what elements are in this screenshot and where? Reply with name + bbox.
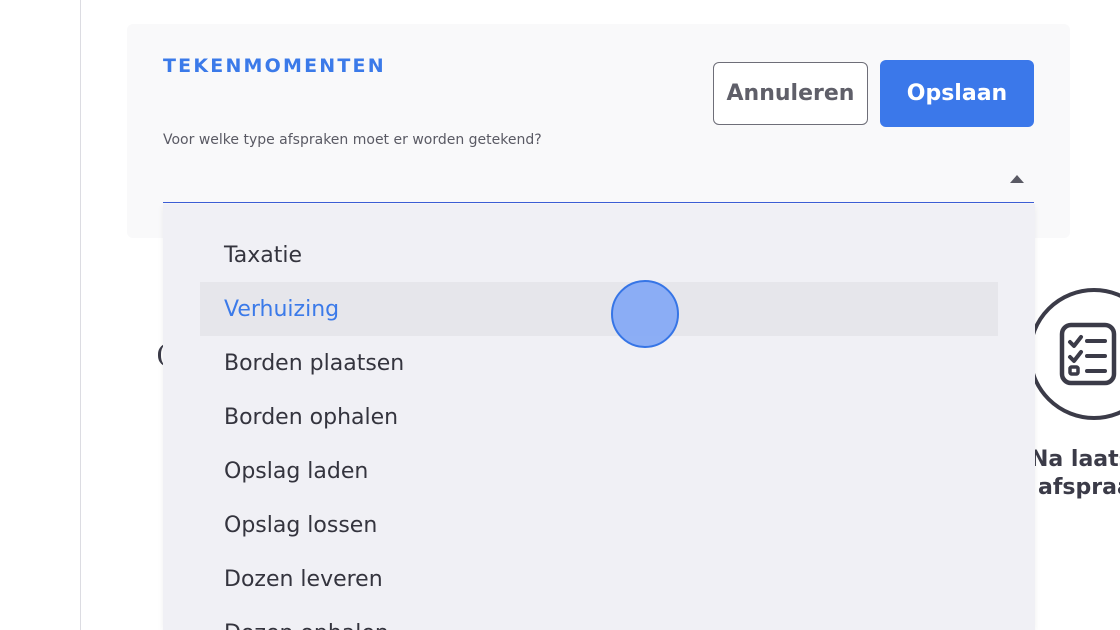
dropdown-option-dozen-leveren[interactable]: Dozen leveren bbox=[200, 552, 998, 606]
dropdown-option-taxatie[interactable]: Taxatie bbox=[200, 228, 998, 282]
dropdown-option-dozen-ophalen[interactable]: Dozen ophalen bbox=[200, 606, 998, 630]
dropdown-menu[interactable]: Taxatie Verhuizing Borden plaatsen Borde… bbox=[163, 204, 1035, 630]
side-card-caption: Na laats afspraa bbox=[1030, 446, 1120, 502]
click-indicator bbox=[611, 280, 679, 348]
caret-up-icon[interactable] bbox=[1010, 175, 1024, 183]
dropdown-option-opslag-lossen[interactable]: Opslag lossen bbox=[200, 498, 998, 552]
side-card-caption-line1: Na laats bbox=[1030, 447, 1120, 472]
dropdown-option-verhuizing[interactable]: Verhuizing bbox=[200, 282, 998, 336]
save-button[interactable]: Opslaan bbox=[880, 60, 1034, 127]
appointment-type-select[interactable] bbox=[163, 158, 1034, 203]
dropdown-option-borden-plaatsen[interactable]: Borden plaatsen bbox=[200, 336, 998, 390]
dropdown-option-opslag-laden[interactable]: Opslag laden bbox=[200, 444, 998, 498]
left-divider bbox=[80, 0, 81, 630]
side-card-caption-line2: afspraa bbox=[1038, 475, 1120, 500]
checklist-icon bbox=[1059, 322, 1117, 386]
field-label: Voor welke type afspraken moet er worden… bbox=[163, 132, 542, 148]
cancel-button[interactable]: Annuleren bbox=[713, 62, 868, 125]
dropdown-option-borden-ophalen[interactable]: Borden ophalen bbox=[200, 390, 998, 444]
section-title: TEKENMOMENTEN bbox=[163, 55, 386, 77]
